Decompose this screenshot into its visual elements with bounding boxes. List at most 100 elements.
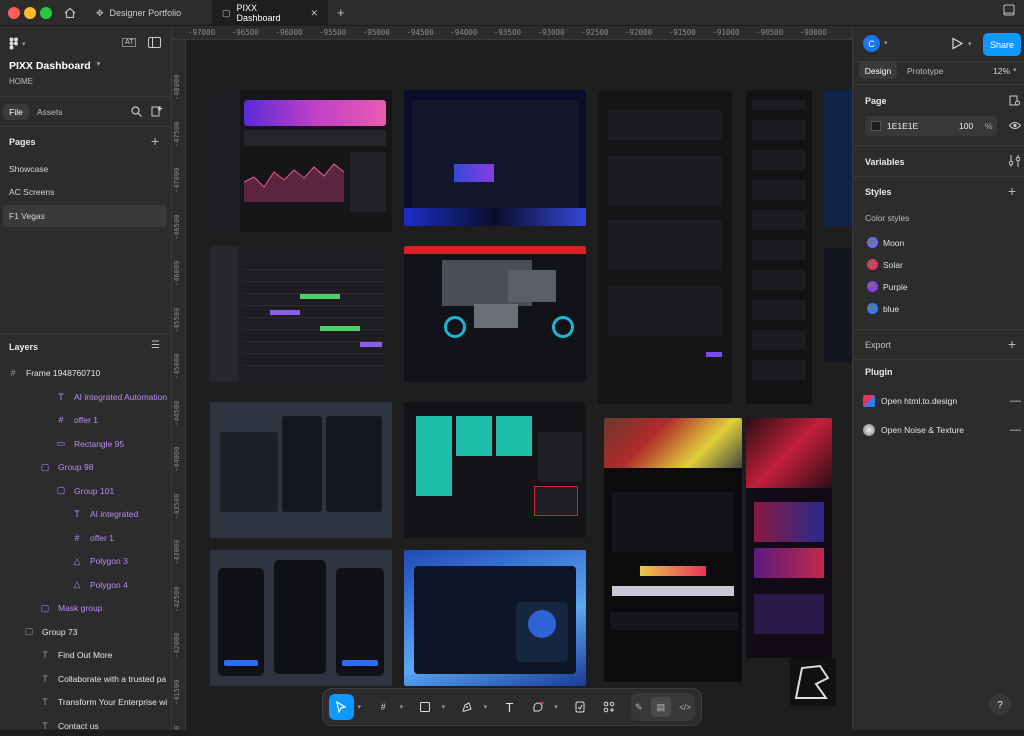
layer-item[interactable]: ▢ Mask group: [40, 598, 172, 618]
frame-thumbnail[interactable]: [210, 246, 392, 382]
frame-thumbnail[interactable]: [790, 658, 836, 706]
frame-thumbnail[interactable]: [746, 418, 832, 658]
chevron-down-icon[interactable]: ▾: [442, 703, 446, 711]
chevron-down-icon[interactable]: ▾: [400, 703, 404, 711]
eye-icon[interactable]: [1009, 121, 1021, 130]
frame-thumbnail[interactable]: [404, 90, 586, 226]
share-button[interactable]: Share: [983, 33, 1021, 56]
chevron-down-icon[interactable]: ▾: [484, 703, 488, 711]
plugins-tool-button[interactable]: [596, 694, 621, 720]
tab-designer-portfolio[interactable]: ✥ Designer Portfolio: [86, 0, 210, 26]
close-tab-icon[interactable]: ✕: [310, 8, 318, 19]
shape-tool-button[interactable]: [413, 694, 438, 720]
collapse-layers-icon[interactable]: ☰: [151, 340, 160, 351]
design-canvas[interactable]: -97000 -96500 -96000 -95500 -95000 -94500 -940…: [172, 26, 852, 730]
layer-item[interactable]: ▢ Group 101: [56, 481, 172, 501]
figma-menu-icon[interactable]: [9, 37, 19, 50]
chevron-down-icon[interactable]: ▾: [358, 703, 362, 711]
play-icon[interactable]: [951, 37, 963, 50]
frame-thumbnail[interactable]: [404, 246, 586, 382]
layer-item[interactable]: △ Polygon 3: [72, 551, 172, 571]
layer-item[interactable]: ▭ Rectangle 95: [56, 434, 172, 454]
color-swatch[interactable]: [871, 121, 881, 131]
layer-item[interactable]: # offer 1: [56, 410, 172, 430]
library-icon[interactable]: [151, 105, 163, 117]
frame-thumbnail[interactable]: [746, 90, 812, 404]
frame-thumbnail[interactable]: [404, 402, 586, 538]
chevron-down-icon[interactable]: ▾: [884, 39, 888, 47]
design-mode-icon[interactable]: ▤: [650, 697, 671, 717]
frame-thumbnail[interactable]: [210, 402, 392, 538]
comment-tool-button[interactable]: [526, 694, 551, 720]
chevron-down-icon[interactable]: ▾: [554, 703, 558, 711]
menu-icon[interactable]: [1003, 4, 1015, 16]
page-item-ac-screens[interactable]: AC Screens: [3, 181, 167, 203]
layer-item[interactable]: ▢ Group 98: [40, 457, 172, 477]
zoom-level[interactable]: 12% ▾: [993, 66, 1023, 76]
variables-icon[interactable]: [1009, 155, 1020, 167]
page-item-f1-vegas[interactable]: F1 Vegas: [3, 205, 167, 227]
search-icon[interactable]: [131, 106, 142, 117]
plugin-noise-texture[interactable]: Open Noise & Texture —: [863, 421, 1021, 439]
actions-tool-button[interactable]: [568, 694, 593, 720]
layer-item[interactable]: △ Polygon 4: [72, 575, 172, 595]
move-tool-button[interactable]: [329, 694, 354, 720]
layer-item[interactable]: T AI integrated Automation: [56, 387, 172, 407]
pen-tool-button[interactable]: [455, 694, 480, 720]
page-color-value[interactable]: 1E1E1E: [887, 121, 959, 131]
layer-item[interactable]: T Transform Your Enterprise wi: [40, 692, 172, 712]
close-window-button[interactable]: [8, 7, 20, 19]
help-button[interactable]: ?: [989, 694, 1011, 716]
layer-item[interactable]: T Find Out More: [40, 645, 172, 665]
layer-item[interactable]: # offer 1: [72, 528, 172, 548]
chevron-down-icon[interactable]: ▾: [22, 40, 26, 48]
tab-prototype[interactable]: Prototype: [907, 66, 943, 76]
layer-item[interactable]: T Collaborate with a trusted pa: [40, 669, 172, 689]
color-style-swatch[interactable]: [867, 259, 878, 270]
tab-pixx-dashboard[interactable]: ▢ PIXX Dashboard ✕: [212, 0, 328, 26]
text-tool-button[interactable]: T: [497, 694, 522, 720]
remove-icon[interactable]: —: [1010, 395, 1021, 407]
color-style-swatch[interactable]: [867, 303, 878, 314]
minimize-window-button[interactable]: [24, 7, 36, 19]
frame-thumbnail[interactable]: [824, 248, 852, 362]
page-opacity-value[interactable]: 100: [959, 121, 985, 131]
color-style-label[interactable]: Moon: [883, 238, 904, 248]
maximize-window-button[interactable]: [40, 7, 52, 19]
plugin-html-to-design[interactable]: Open html.to.design —: [863, 392, 1021, 410]
tab-assets[interactable]: Assets: [37, 107, 63, 117]
sidebar-toggle-icon[interactable]: [148, 37, 161, 48]
color-style-label[interactable]: blue: [883, 304, 899, 314]
page-options-icon[interactable]: [1009, 95, 1020, 106]
color-style-swatch[interactable]: [867, 237, 878, 248]
home-icon[interactable]: [64, 7, 76, 19]
avatar[interactable]: C: [863, 35, 880, 52]
page-item-showcase[interactable]: Showcase: [3, 158, 167, 180]
color-style-label[interactable]: Solar: [883, 260, 903, 270]
tab-design[interactable]: Design: [859, 62, 897, 79]
layer-item[interactable]: # Frame 1948760710: [8, 363, 172, 383]
frame-thumbnail[interactable]: [404, 550, 586, 686]
file-name[interactable]: PIXX Dashboard ▾: [9, 60, 106, 72]
remove-icon[interactable]: —: [1010, 424, 1021, 436]
frame-thumbnail[interactable]: [210, 550, 392, 686]
tab-file[interactable]: File: [3, 104, 29, 120]
dev-mode-icon[interactable]: </>: [679, 703, 691, 712]
new-tab-icon[interactable]: +: [337, 5, 345, 20]
page-color-field[interactable]: 1E1E1E 100 %: [865, 116, 997, 136]
frame-thumbnail[interactable]: [210, 90, 392, 232]
frame-tool-button[interactable]: #: [371, 694, 396, 720]
layer-item[interactable]: T Contact us: [40, 716, 172, 736]
layer-item[interactable]: T AI integrated: [72, 504, 172, 524]
color-style-label[interactable]: Purple: [883, 282, 908, 292]
add-style-icon[interactable]: +: [1008, 183, 1016, 199]
chevron-down-icon[interactable]: ▾: [968, 40, 972, 48]
color-style-swatch[interactable]: [867, 281, 878, 292]
frame-thumbnail[interactable]: [824, 90, 852, 226]
add-export-icon[interactable]: +: [1008, 336, 1016, 352]
frame-thumbnail[interactable]: [598, 90, 732, 404]
add-page-icon[interactable]: +: [151, 133, 159, 149]
ai-icon[interactable]: AT: [122, 38, 137, 47]
frame-thumbnail[interactable]: [604, 418, 742, 682]
layer-item[interactable]: ▢ Group 73: [24, 622, 172, 642]
